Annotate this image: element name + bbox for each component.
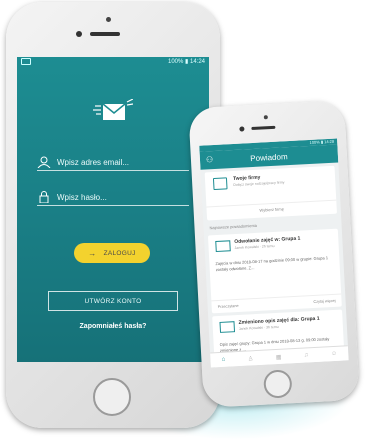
phone-sensor <box>106 17 111 22</box>
password-placeholder: Wpisz hasło... <box>57 192 107 202</box>
calendar-icon[interactable]: ▦ <box>276 353 282 360</box>
home-icon[interactable]: ⌂ <box>222 357 226 363</box>
profile-icon[interactable]: ☺ <box>331 351 337 357</box>
mail-logo-icon <box>93 99 133 120</box>
lock-icon <box>39 191 49 203</box>
mark-read-button[interactable]: Przeczytane <box>218 304 239 309</box>
notification-title: Zmieniono opis zajęć dla: Grupa 1 <box>238 315 320 326</box>
notifications-screen: 100% ▮ 14:28 ⚇ Powiadom Twoje firmy Dołą… <box>199 138 349 368</box>
header-title: Powiadom <box>250 151 288 163</box>
envelope-icon <box>219 321 236 333</box>
envelope-icon <box>215 240 231 253</box>
notification-meta: Janek Kowalski · 3h temu <box>238 324 279 331</box>
read-more-button[interactable]: Czytaj więcej <box>313 299 335 304</box>
choose-company-link[interactable]: Wybierz firmę <box>206 199 337 216</box>
notification-icon <box>21 58 31 65</box>
login-button[interactable]: → ZALOGUJ <box>74 243 150 263</box>
email-placeholder: Wpisz adres email... <box>57 157 130 167</box>
company-card: Twoje firmy Dołącz swoje rodzaje/pracy f… <box>204 165 337 221</box>
create-account-button[interactable]: UTWÓRZ KONTO <box>48 291 178 311</box>
forgot-password-link[interactable]: Zapomniałeś hasła? <box>17 323 209 330</box>
email-field[interactable]: Wpisz adres email... <box>37 154 189 171</box>
phone-camera <box>76 31 82 37</box>
notification-body: Zajęcia w dniu 2018-08-17 na godzinie 09… <box>215 255 329 272</box>
home-button[interactable] <box>93 378 131 416</box>
login-button-label: ZALOGUJ <box>103 249 136 257</box>
login-screen: 100% ▮ 14:24 Wpisz adres email... Wpisz … <box>17 57 209 362</box>
notification-card[interactable]: Odwołanie zajęć w: Grupa 1 Janek Kowalsk… <box>207 228 342 314</box>
user-settings-icon[interactable]: ⚇ <box>206 155 214 164</box>
phone-speaker <box>90 32 120 36</box>
notification-meta: Janek Kowalski · 2h temu <box>234 243 275 251</box>
briefcase-icon <box>212 177 228 191</box>
create-account-label: UTWÓRZ KONTO <box>84 297 142 305</box>
status-bar: 100% ▮ 14:24 <box>17 57 209 66</box>
phone-notifications: 100% ▮ 14:28 ⚇ Powiadom Twoje firmy Dołą… <box>188 100 360 408</box>
user-icon <box>37 156 51 168</box>
bell-icon[interactable]: ♫ <box>304 352 309 358</box>
status-text: 100% ▮ 14:24 <box>168 59 205 65</box>
arrow-right-icon: → <box>88 248 97 258</box>
password-field[interactable]: Wpisz hasło... <box>37 189 189 206</box>
people-icon[interactable]: ♙ <box>248 355 254 362</box>
phone-login: 100% ▮ 14:24 Wpisz adres email... Wpisz … <box>6 2 220 428</box>
